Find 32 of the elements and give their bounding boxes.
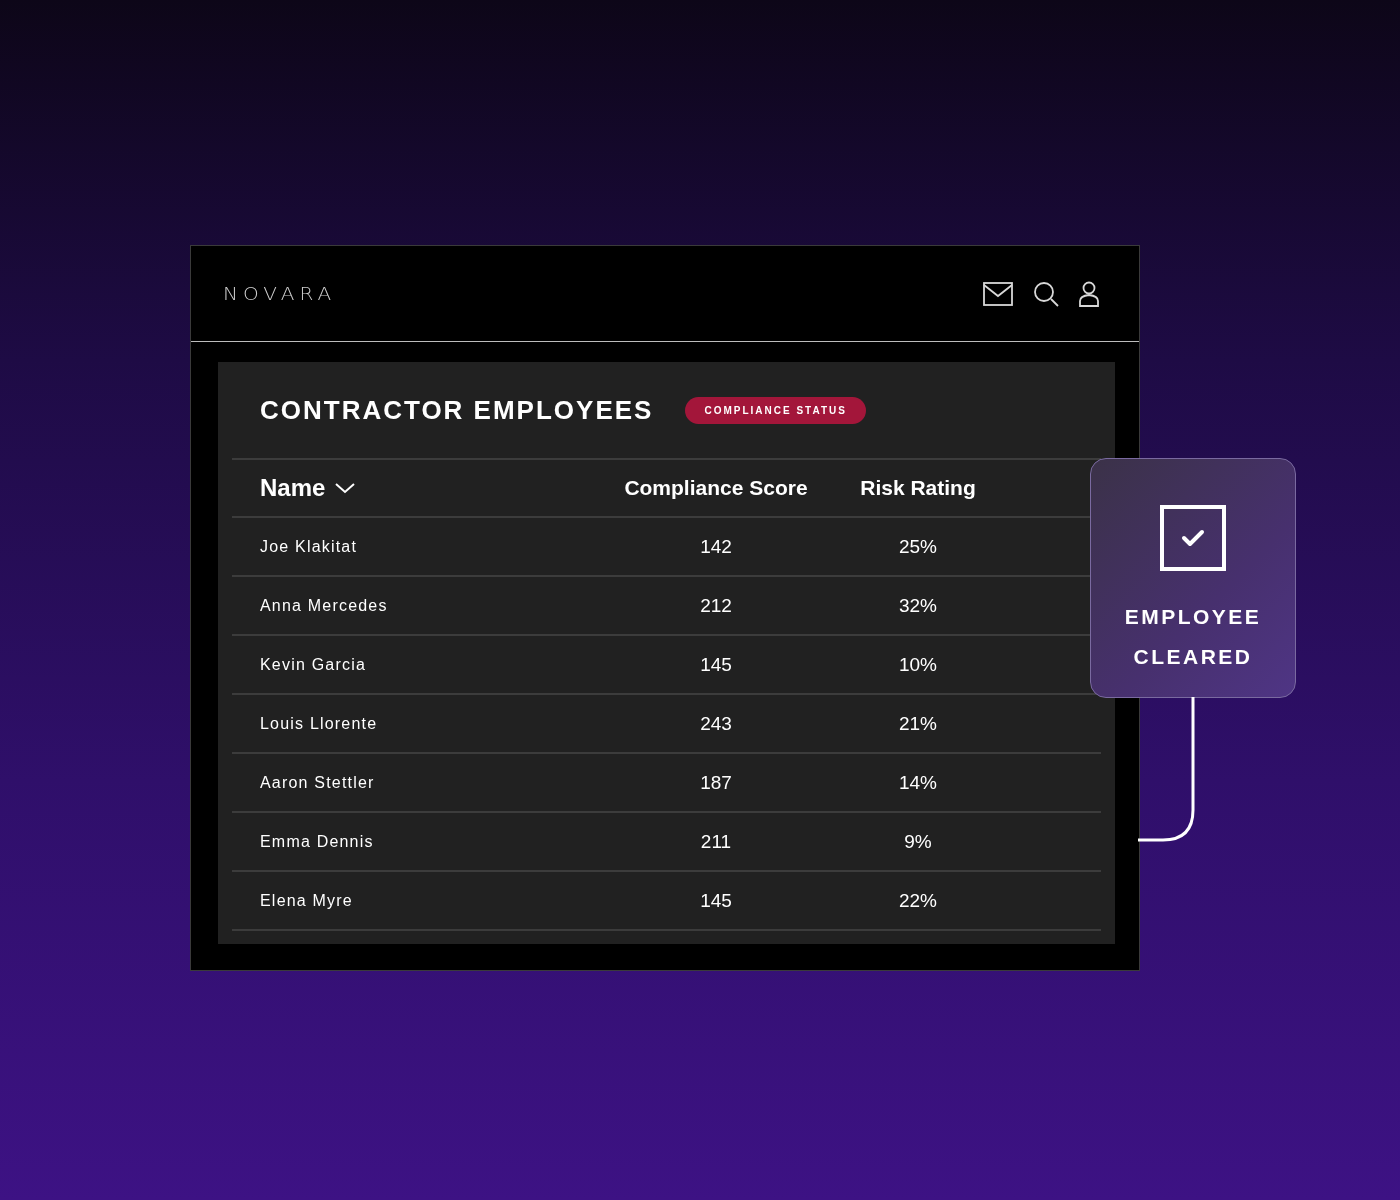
risk-cell: 25%: [899, 535, 937, 558]
employee-name: Joe Klakitat: [260, 537, 359, 556]
risk-cell: 9%: [904, 830, 932, 853]
employee-name: Kevin Garcia: [260, 655, 367, 674]
card-label: CLEARED: [1133, 644, 1253, 670]
employee-name: Emma Dennis: [260, 832, 375, 851]
risk-cell: 22%: [899, 889, 937, 912]
card-label: EMPLOYEE: [1124, 604, 1262, 630]
risk-cell: 14%: [899, 771, 937, 794]
score-cell: 142: [700, 535, 732, 558]
risk-cell: 21%: [899, 712, 937, 735]
mail-icon[interactable]: [983, 281, 1013, 306]
search-icon[interactable]: [1033, 280, 1059, 307]
employee-name: Anna Mercedes: [260, 596, 389, 615]
employee-name: Louis Llorente: [260, 714, 379, 733]
brand-logo: NOVARA: [223, 283, 337, 304]
risk-cell: 10%: [899, 653, 937, 676]
score-cell: 212: [700, 594, 732, 617]
column-header[interactable]: Risk Rating: [860, 476, 976, 500]
panel-title: CONTRACTOR EMPLOYEES: [260, 394, 654, 426]
column-header[interactable]: Compliance Score: [624, 476, 808, 500]
employee-name: Aaron Stettler: [260, 773, 376, 792]
score-cell: 145: [700, 889, 732, 912]
score-cell: 211: [700, 830, 732, 853]
score-cell: 145: [700, 653, 732, 676]
status-badge: COMPLIANCE STATUS: [685, 396, 866, 424]
column-header[interactable]: Name: [260, 474, 356, 502]
score-cell: 187: [700, 771, 732, 794]
score-cell: 243: [700, 712, 732, 735]
risk-cell: 32%: [899, 594, 937, 617]
user-icon[interactable]: [1079, 280, 1099, 307]
employee-name: Elena Myre: [260, 891, 354, 910]
